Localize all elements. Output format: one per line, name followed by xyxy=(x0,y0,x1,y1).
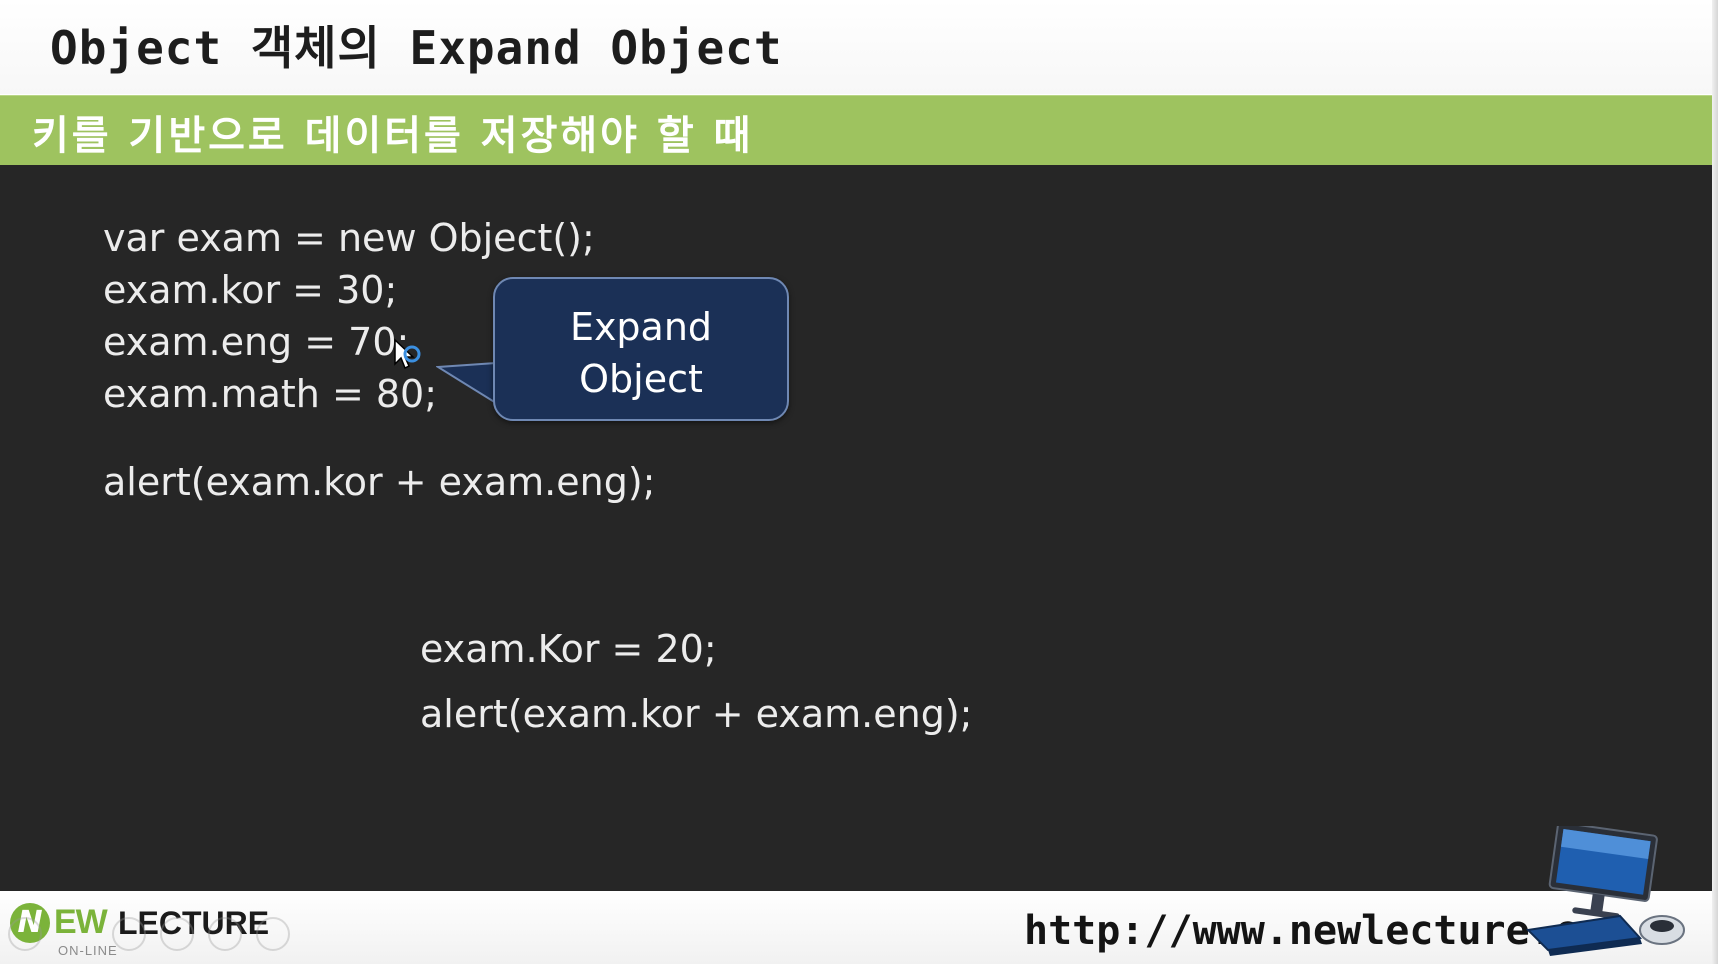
code-panel: var exam = new Object(); exam.kor = 30; … xyxy=(0,165,1718,891)
code-line: exam.Kor = 20; xyxy=(420,627,717,671)
window-edge xyxy=(1712,0,1718,964)
code-line: exam.kor = 30; xyxy=(103,268,398,312)
title-bar: Object 객체의 Expand Object xyxy=(0,0,1718,94)
back-control-icon[interactable] xyxy=(8,917,42,951)
subtitle-banner: 키를 기반으로 데이터를 저장해야 할 때 xyxy=(0,95,1718,166)
pen-control-icon[interactable] xyxy=(112,917,146,951)
callout-tail xyxy=(436,361,497,405)
computer-illustration-icon xyxy=(1525,826,1685,956)
zoom-control-icon[interactable] xyxy=(208,917,242,951)
code-line-alert: alert(exam.kor + exam.eng); xyxy=(420,692,973,736)
code-line-alert: alert(exam.kor + exam.eng); xyxy=(103,460,656,504)
slide-subtitle: 키를 기반으로 데이터를 저장해야 할 때 xyxy=(32,113,754,159)
callout-line: Expand xyxy=(569,305,713,349)
lecture-slide: Object 객체의 Expand Object 키를 기반으로 데이터를 저장… xyxy=(0,0,1718,964)
slide-title: Object 객체의 Expand Object xyxy=(50,21,783,75)
callout-line: Object xyxy=(579,357,703,401)
player-controls xyxy=(8,915,308,955)
code-line: exam.math = 80; xyxy=(103,372,438,416)
footer-bar: N EW LECTURE ON-LINE http://www.newlectu… xyxy=(0,891,1718,964)
arrow-cursor-icon xyxy=(394,338,421,370)
callout-text: Expand Object xyxy=(495,301,787,405)
slides-control-icon[interactable] xyxy=(160,917,194,951)
code-line: exam.eng = 70; xyxy=(103,320,410,364)
expand-object-callout: Expand Object xyxy=(493,277,789,421)
more-control-icon[interactable] xyxy=(256,917,290,951)
code-line: var exam = new Object(); xyxy=(103,216,595,260)
